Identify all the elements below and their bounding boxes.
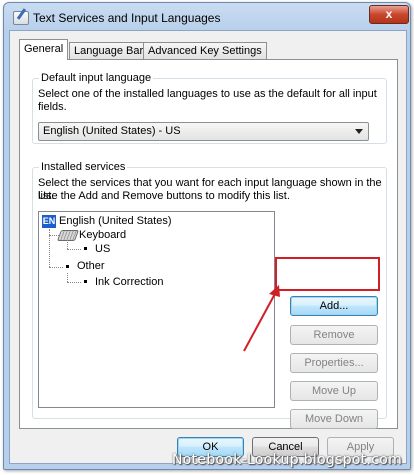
tab-advanced-key-settings[interactable]: Advanced Key Settings: [143, 42, 267, 59]
tab-general[interactable]: General: [19, 39, 69, 60]
remove-button[interactable]: Remove: [290, 325, 378, 345]
tab-language-bar[interactable]: Language Bar: [69, 42, 149, 59]
title-bar[interactable]: Text Services and Input Languages x: [4, 3, 410, 31]
tree-item-keyboard[interactable]: Keyboard: [79, 229, 126, 241]
tree-item-english-us[interactable]: English (United States): [59, 215, 172, 227]
add-button[interactable]: Add...: [290, 296, 378, 316]
installed-services-description-line2: Use the Add and Remove buttons to modify…: [38, 190, 290, 202]
tree-connector: [67, 240, 68, 249]
language-badge-icon: EN: [42, 215, 56, 228]
dialog-client: General Language Bar Advanced Key Settin…: [9, 30, 407, 464]
properties-button[interactable]: Properties...: [290, 353, 378, 373]
bullet-icon: [84, 247, 87, 250]
default-input-language-legend: Default input language: [39, 72, 154, 84]
general-tab-panel: Default input language Select one of the…: [19, 59, 398, 429]
bullet-icon: [66, 265, 69, 268]
tree-connector: [67, 273, 68, 282]
annotation-highlight-box: [275, 257, 380, 291]
tree-item-ink-correction[interactable]: Ink Correction: [95, 276, 163, 288]
default-input-description-line1: Select one of the installed languages to…: [38, 88, 377, 100]
default-language-dropdown[interactable]: English (United States) - US: [38, 122, 369, 141]
tree-connector: [49, 267, 63, 268]
watermark-text: Notebook-Lookup.blogspot.com: [172, 452, 403, 468]
default-input-description-line2: fields.: [38, 101, 67, 113]
move-down-button[interactable]: Move Down: [290, 409, 378, 429]
tree-item-us[interactable]: US: [95, 243, 110, 255]
close-button[interactable]: x: [369, 5, 409, 24]
installed-services-tree[interactable]: EN English (United States) Keyboard US O…: [38, 211, 275, 408]
tree-connector: [67, 282, 81, 283]
chevron-down-icon: [355, 129, 363, 134]
window-title: Text Services and Input Languages: [33, 11, 221, 25]
dialog-window: Text Services and Input Languages x Gene…: [3, 2, 411, 470]
installed-services-legend: Installed services: [39, 161, 128, 173]
default-input-language-group: Default input language Select one of the…: [32, 72, 387, 144]
keyboard-icon: [56, 230, 80, 241]
tree-connector: [67, 249, 81, 250]
default-language-value: English (United States) - US: [43, 125, 181, 137]
text-services-icon: [13, 8, 29, 25]
move-up-button[interactable]: Move Up: [290, 381, 378, 401]
tree-connector: [49, 235, 59, 236]
tree-item-other[interactable]: Other: [77, 260, 105, 272]
bullet-icon: [84, 280, 87, 283]
